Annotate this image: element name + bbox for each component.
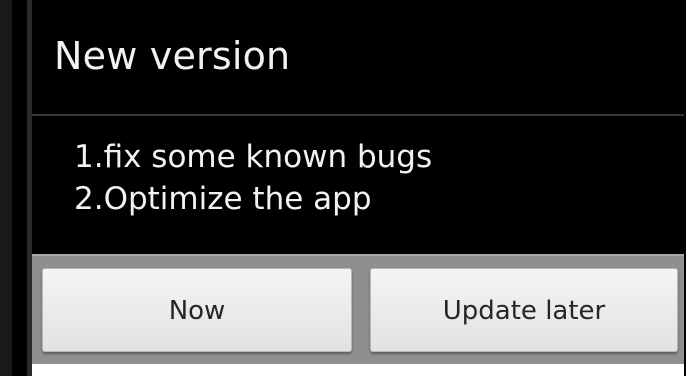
message-line: 2.Optimize the app [74,181,372,217]
device-screen: New version 1.fix some known bugs 2.Opti… [0,0,700,376]
dialog-title: New version [54,34,291,78]
screen-bezel-left [0,0,12,376]
dialog-button-bar: Now Update later [32,254,684,364]
title-divider [32,114,684,116]
message-line: 1.fix some known bugs [74,139,433,175]
dialog-message: 1.fix some known bugs 2.Optimize the app [74,136,432,220]
now-button[interactable]: Now [42,268,352,352]
update-later-button[interactable]: Update later [370,268,678,352]
screen-backdrop-right [686,0,700,376]
screen-backdrop-bottom [32,364,684,376]
